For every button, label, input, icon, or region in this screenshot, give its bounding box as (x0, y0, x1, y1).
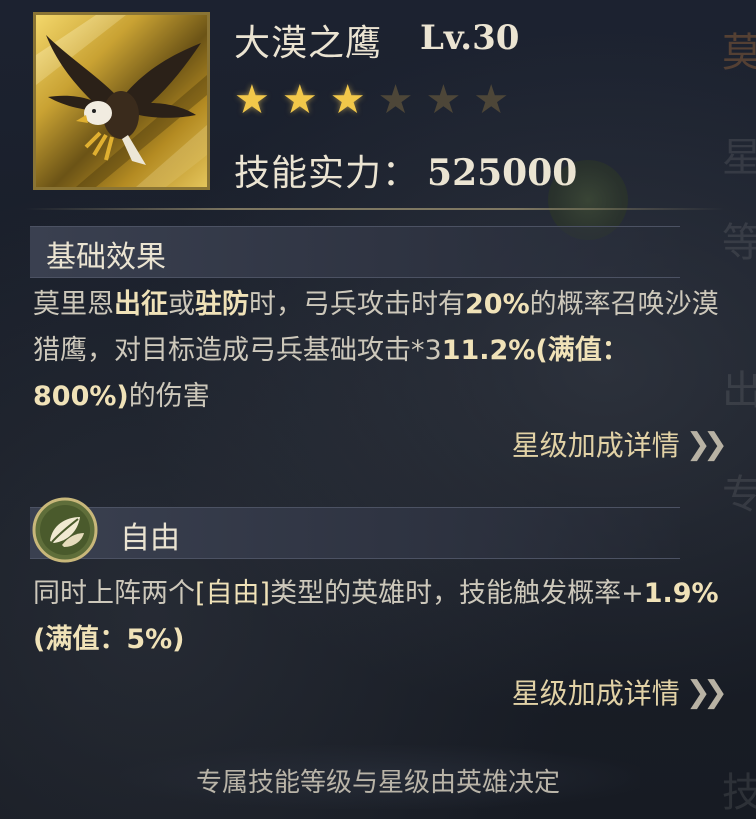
double-chevron-right-icon: ❯❯ (685, 426, 728, 462)
desc-highlight: 20% (465, 289, 530, 320)
star-empty-icon: ★ (473, 77, 510, 123)
desc-highlight: 出征 (114, 289, 168, 320)
desc-text: 同时上阵两个 (33, 578, 195, 609)
desc-highlight: 驻防 (195, 289, 249, 320)
leaf-icon (32, 497, 98, 563)
star-filled-icon: ★ (234, 77, 270, 123)
star-bonus-details-link[interactable]: 星级加成详情 ❯❯ (511, 424, 728, 464)
background-glyph: 等 (722, 220, 756, 266)
star-filled-icon: ★ (281, 77, 318, 123)
skill-power-label: 技能实力： (234, 153, 420, 194)
star-empty-icon: ★ (377, 77, 414, 123)
desc-text: 时，弓兵攻击时有 (249, 289, 465, 320)
desc-highlight: [自由] (195, 578, 271, 609)
star-empty-icon: ★ (425, 77, 462, 123)
star-rating: ★ ★ ★ ★ ★ ★ (234, 78, 509, 122)
desc-text: 的伤害 (128, 381, 210, 412)
double-chevron-right-icon: ❯❯ (685, 674, 728, 710)
skill-name: 大漠之鹰 (234, 23, 383, 64)
star-filled-icon: ★ (329, 77, 366, 123)
desc-text: 或 (168, 289, 195, 320)
background-glyph: 星 (722, 135, 756, 181)
skill-power: 技能实力： 525000 (234, 144, 577, 196)
header-divider (25, 208, 725, 210)
star-bonus-details-label: 星级加成详情 (511, 429, 680, 462)
skill-level: Lv.30 (420, 18, 520, 58)
trait-effect-description: 同时上阵两个[自由]类型的英雄时，技能触发概率+1.9%(满值：5%) (33, 571, 723, 663)
background-glyph: 出 (722, 368, 756, 414)
footer-note: 专属技能等级与星级由英雄决定 (195, 768, 560, 798)
star-bonus-details-label: 星级加成详情 (511, 677, 680, 710)
background-glyph: 莫 (722, 30, 756, 76)
skill-power-value: 525000 (427, 152, 578, 194)
desc-text: 莫里恩 (33, 289, 114, 320)
trait-effect-title: 自由 (120, 521, 180, 556)
background-glyph: 专 (722, 472, 756, 518)
basic-effect-title: 基础效果 (46, 240, 166, 275)
desc-text: 类型的英雄时，技能触发概率+ (270, 578, 644, 609)
eagle-skill-icon (33, 12, 210, 190)
basic-effect-description: 莫里恩出征或驻防时，弓兵攻击时有20%的概率召唤沙漠猎鹰，对目标造成弓兵基础攻击… (33, 282, 723, 420)
trait-star-bonus-details-link[interactable]: 星级加成详情 ❯❯ (511, 672, 728, 712)
